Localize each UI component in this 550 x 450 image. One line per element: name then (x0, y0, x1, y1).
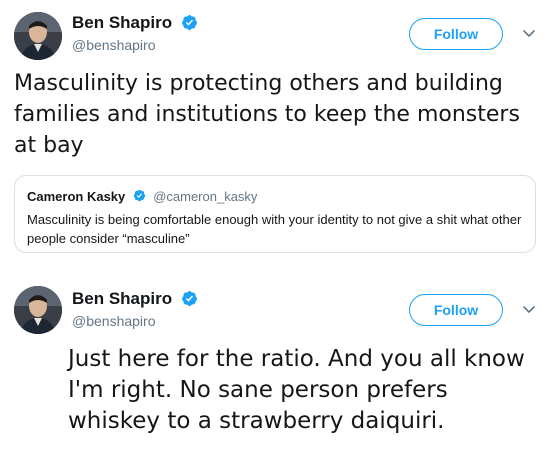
verified-badge-icon (181, 290, 197, 306)
quoted-tweet[interactable]: Cameron Kasky @cameron_kasky Masculinity… (14, 175, 536, 253)
follow-button[interactable]: Follow (409, 18, 503, 50)
avatar[interactable] (14, 12, 62, 60)
avatar-photo-icon (14, 286, 62, 334)
chevron-down-icon[interactable] (522, 305, 536, 315)
chevron-down-icon[interactable] (522, 29, 536, 39)
author-handle[interactable]: @benshapiro (72, 313, 198, 329)
avatar-photo-icon (14, 12, 62, 60)
quoted-tweet-text: Masculinity is being comfortable enough … (27, 212, 522, 246)
tweet-text: Just here for the ratio. And you all kno… (68, 346, 525, 434)
follow-button[interactable]: Follow (409, 294, 503, 326)
author-handle[interactable]: @benshapiro (72, 37, 198, 53)
quoted-author-name: Cameron Kasky (27, 189, 126, 205)
author-block: Ben Shapiro @benshapiro (72, 13, 198, 53)
verified-badge-icon (181, 14, 197, 30)
author-name[interactable]: Ben Shapiro (72, 289, 172, 309)
avatar[interactable] (14, 286, 62, 334)
tweet-divider (0, 266, 550, 267)
author-block: Ben Shapiro @benshapiro (72, 289, 198, 329)
tweet-text: Masculinity is protecting others and bui… (14, 71, 520, 158)
author-name[interactable]: Ben Shapiro (72, 13, 172, 33)
verified-badge-icon (133, 190, 145, 202)
quoted-author-handle: @cameron_kasky (153, 189, 258, 205)
